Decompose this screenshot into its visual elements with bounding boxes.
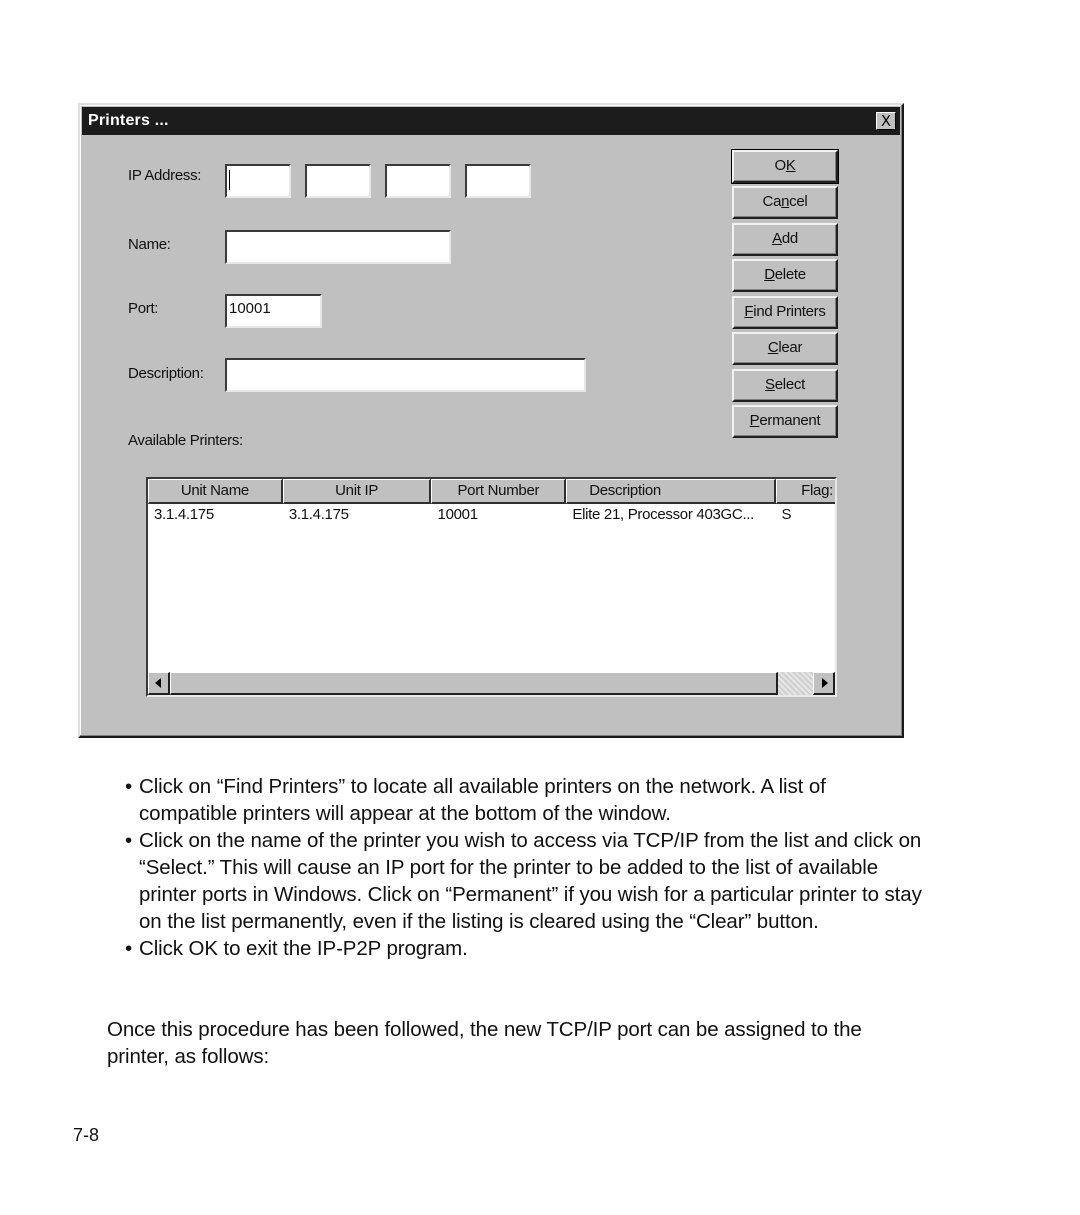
- list-header: Unit Name Unit IP Port Number Descriptio…: [148, 479, 835, 504]
- select-button[interactable]: Select: [732, 369, 838, 402]
- permanent-accel: P: [749, 412, 760, 429]
- column-header-description[interactable]: Description: [566, 479, 776, 504]
- scrollbar-track[interactable]: [778, 672, 813, 695]
- delete-button[interactable]: Delete: [732, 259, 838, 292]
- add-accel: A: [772, 230, 782, 247]
- instruction-item: • Click on “Find Printers” to locate all…: [125, 773, 925, 827]
- page-number: 7-8: [73, 1125, 100, 1145]
- description-input[interactable]: [225, 358, 586, 392]
- close-button[interactable]: X: [876, 112, 896, 130]
- instruction-text: Click OK to exit the IP-P2P program.: [139, 937, 468, 960]
- description-label: Description:: [128, 365, 204, 382]
- bullet-icon: •: [125, 775, 133, 798]
- find-label-post: ind Printers: [753, 303, 826, 320]
- ip-address-label: IP Address:: [128, 167, 202, 184]
- port-input[interactable]: 10001: [225, 294, 322, 328]
- bullet-icon: •: [125, 829, 133, 852]
- cell-flags: S: [781, 506, 792, 523]
- ok-accel: K: [785, 157, 796, 174]
- port-label: Port:: [128, 300, 159, 317]
- name-label: Name:: [128, 236, 171, 253]
- name-input[interactable]: [225, 230, 451, 264]
- ok-label-pre: O: [774, 157, 786, 174]
- find-accel: F: [744, 303, 754, 320]
- arrow-left-icon: [155, 678, 161, 688]
- instruction-item: • Click OK to exit the IP-P2P program.: [125, 935, 925, 962]
- cancel-button[interactable]: Cancel: [732, 186, 838, 219]
- column-header-unit-name[interactable]: Unit Name: [148, 479, 283, 504]
- instruction-list: • Click on “Find Printers” to locate all…: [125, 773, 925, 962]
- cancel-label-post: cel: [789, 193, 808, 210]
- ip-octet-2-input[interactable]: [305, 164, 371, 198]
- instruction-item: • Click on the name of the printer you w…: [125, 827, 925, 935]
- cancel-label-pre: Ca: [762, 193, 782, 210]
- permanent-button[interactable]: Permanent: [732, 405, 838, 438]
- delete-accel: D: [764, 266, 775, 283]
- column-header-port-number[interactable]: Port Number: [431, 479, 567, 504]
- permanent-label-post: ermanent: [759, 412, 821, 429]
- instruction-text: Click on “Find Printers” to locate all a…: [139, 775, 826, 825]
- available-printers-label: Available Printers:: [128, 432, 243, 449]
- add-label-post: dd: [781, 230, 798, 247]
- text-caret: [229, 170, 230, 190]
- cell-port-number: 10001: [437, 506, 479, 523]
- bullet-icon: •: [125, 937, 133, 960]
- ok-button[interactable]: OK: [731, 149, 839, 184]
- scrollbar-thumb[interactable]: [170, 672, 778, 695]
- body-paragraph: Once this procedure has been followed, t…: [107, 1018, 862, 1068]
- clear-accel: C: [767, 339, 779, 356]
- ip-octet-4-input[interactable]: [465, 164, 531, 198]
- select-label-post: elect: [774, 376, 805, 393]
- cell-description: Elite 21, Processor 403GC...: [572, 506, 755, 523]
- horizontal-scrollbar[interactable]: [148, 672, 835, 695]
- cell-unit-name: 3.1.4.175: [154, 506, 214, 523]
- available-printers-list[interactable]: Unit Name Unit IP Port Number Descriptio…: [146, 477, 837, 697]
- select-accel: S: [765, 376, 775, 393]
- find-printers-button[interactable]: Find Printers: [732, 296, 838, 329]
- instruction-text: Click on the name of the printer you wis…: [139, 829, 922, 933]
- column-header-flags[interactable]: Flag:: [775, 479, 835, 504]
- close-x-icon: X: [880, 112, 892, 130]
- column-header-unit-ip[interactable]: Unit IP: [282, 479, 432, 504]
- ip-octet-1-input[interactable]: [225, 164, 291, 198]
- title-bar[interactable]: Printers ... X: [82, 107, 900, 135]
- add-button[interactable]: Add: [732, 223, 838, 256]
- clear-label-post: lear: [778, 339, 803, 356]
- dialog-title: Printers ...: [88, 112, 169, 129]
- arrow-right-icon: [822, 678, 828, 688]
- delete-label-post: elete: [774, 266, 806, 283]
- scroll-right-button[interactable]: [813, 672, 835, 695]
- scroll-left-button[interactable]: [148, 672, 170, 695]
- table-row[interactable]: 3.1.4.175 3.1.4.175 10001 Elite 21, Proc…: [148, 504, 835, 526]
- port-value: 10001: [229, 300, 271, 317]
- cell-unit-ip: 3.1.4.175: [288, 506, 349, 523]
- ip-octet-3-input[interactable]: [385, 164, 451, 198]
- clear-button[interactable]: Clear: [732, 332, 838, 365]
- cancel-accel: n: [781, 193, 790, 210]
